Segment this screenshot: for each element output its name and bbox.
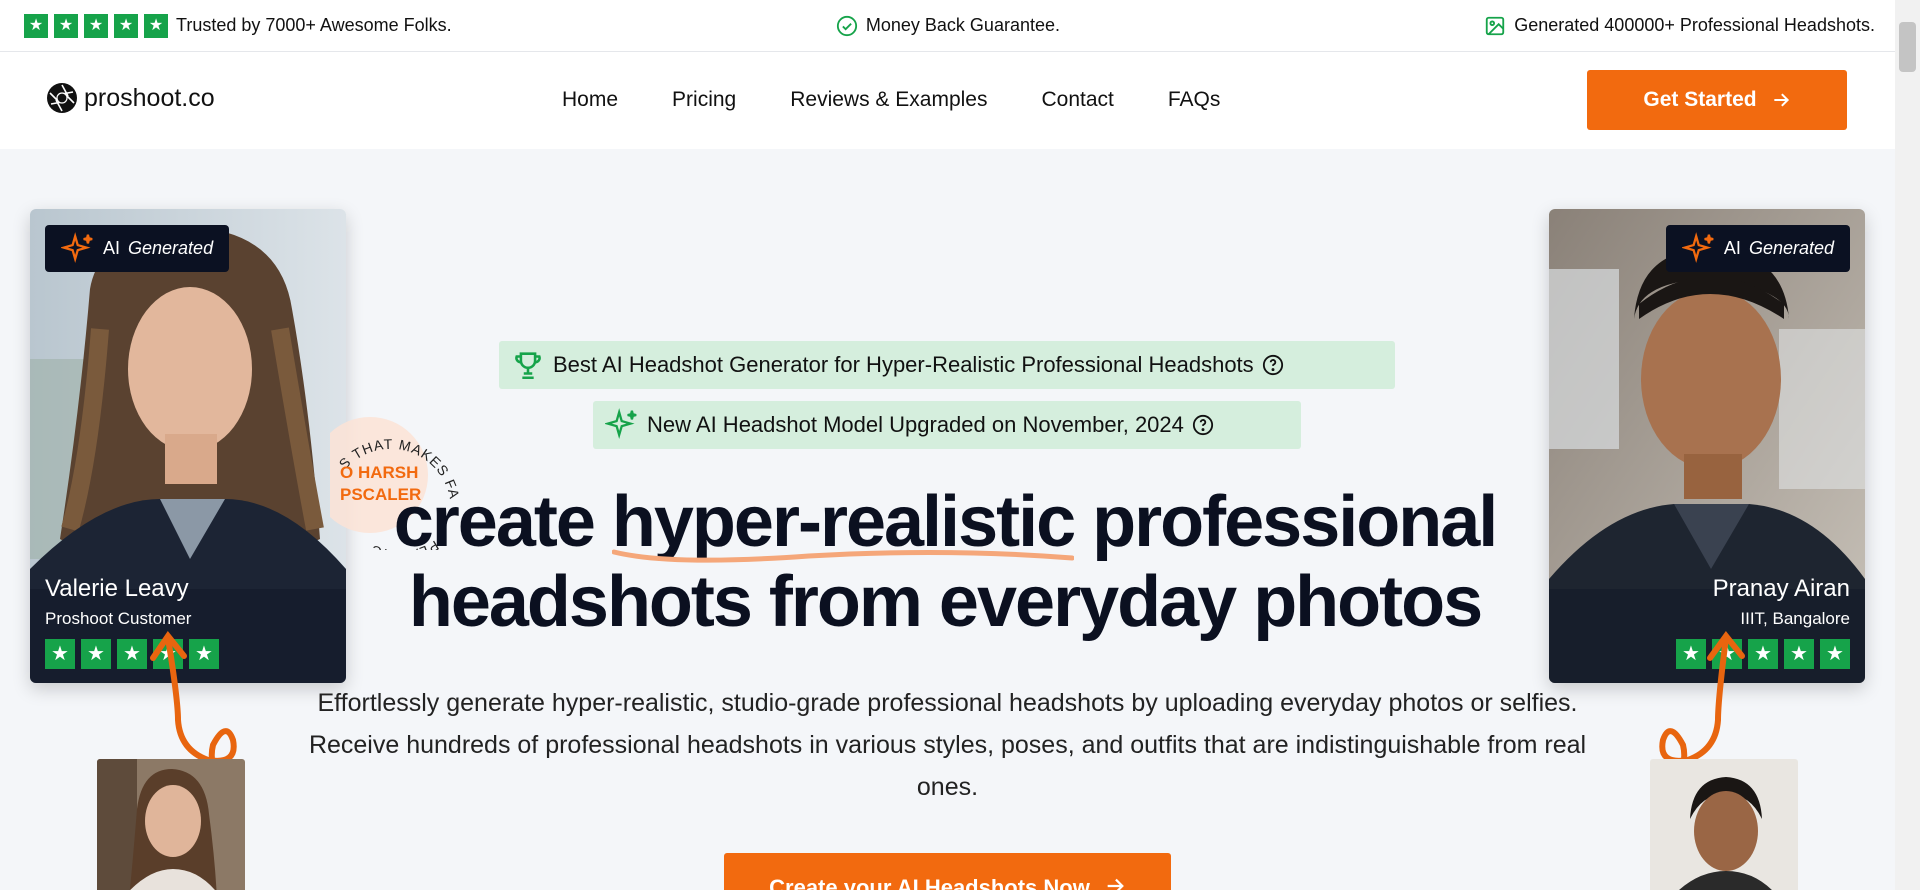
sparkle-icon <box>61 231 93 263</box>
ai-label: AI <box>1723 238 1741 258</box>
model-upgrade-text: New AI Headshot Model Upgraded on Novemb… <box>647 412 1184 437</box>
star-icon: ★ <box>24 13 48 38</box>
original-selfie-pranay <box>1650 759 1798 890</box>
logo-text: proshoot.co <box>84 83 215 112</box>
create-headshots-label: Create your AI Headshots Now <box>769 875 1090 890</box>
sparkle-icon <box>1681 231 1714 263</box>
logo[interactable]: proshoot.co <box>46 82 215 114</box>
testimonial-card-left[interactable]: AI Generated Valerie Leavy Proshoot Cust… <box>30 209 346 683</box>
trusted-text: Trusted by 7000+ Awesome Folks. <box>176 15 452 35</box>
star-icon: ★ <box>45 639 75 669</box>
headline-part-2: professional <box>1092 482 1498 562</box>
model-upgrade-pill: New AI Headshot Model Upgraded on Novemb… <box>593 401 1301 449</box>
nav-menu: Home Pricing Reviews & Examples Contact … <box>562 88 1220 112</box>
arrow-right-icon <box>1107 878 1124 890</box>
generated-badge: Generated 400000+ Professional Headshots… <box>1484 15 1875 37</box>
hero-subtext: Effortlessly generate hyper-realistic, s… <box>308 689 1587 801</box>
star-icon: ★ <box>1784 639 1814 669</box>
sparkle-icon <box>605 408 637 439</box>
star-icon: ★ <box>117 639 147 669</box>
ai-generated-badge: AI Generated <box>1665 225 1850 272</box>
image-icon <box>1486 16 1505 35</box>
main-nav: proshoot.co Home Pricing Reviews & Examp… <box>0 52 1895 149</box>
original-selfie-valerie <box>97 759 245 890</box>
headline-highlight-wrap: hyper-realistic <box>611 482 1076 563</box>
best-generator-text: Best AI Headshot Generator for Hyper-Rea… <box>553 352 1254 377</box>
nav-contact[interactable]: Contact <box>1041 88 1113 112</box>
star-icon: ★ <box>84 13 108 38</box>
star-icon: ★ <box>1748 639 1778 669</box>
scrollbar-thumb[interactable] <box>1899 22 1916 72</box>
generated-text: Generated 400000+ Professional Headshots… <box>1514 15 1875 35</box>
trophy-icon <box>515 352 541 380</box>
star-icon: ★ <box>144 13 168 38</box>
underline-swoosh <box>611 549 1075 563</box>
nav-home[interactable]: Home <box>562 88 618 112</box>
star-icon: ★ <box>114 13 138 38</box>
nav-reviews[interactable]: Reviews & Examples <box>790 88 987 112</box>
ai-label: AI <box>103 238 121 258</box>
star-icon: ★ <box>81 639 111 669</box>
generated-label: Generated <box>1748 238 1834 258</box>
nav-pricing[interactable]: Pricing <box>672 88 736 112</box>
guarantee-text: Money Back Guarantee. <box>865 15 1060 35</box>
hero-headline: create hyper-realistic professional head… <box>370 482 1520 642</box>
rating-stars: ★ ★ ★ ★ ★ <box>24 13 168 38</box>
guarantee-badge: Money Back Guarantee. <box>836 15 1060 37</box>
check-circle-icon <box>836 15 857 36</box>
help-circle-icon[interactable] <box>1262 354 1284 376</box>
star-icon: ★ <box>1820 639 1850 669</box>
aperture-icon <box>47 83 77 113</box>
create-headshots-button[interactable]: Create your AI Headshots Now <box>724 853 1171 890</box>
get-started-button[interactable]: Get Started <box>1587 70 1847 130</box>
ai-generated-badge: AI Generated <box>45 225 230 272</box>
arrow-right-icon <box>1773 93 1789 107</box>
person-subtitle: IIIT, Bangalore <box>1740 609 1850 628</box>
announcement-bar: ★ ★ ★ ★ ★ Trusted by 7000+ Awesome Folks… <box>0 0 1895 52</box>
star-icon: ★ <box>54 13 78 38</box>
trusted-badge: ★ ★ ★ ★ ★ Trusted by 7000+ Awesome Folks… <box>24 13 452 38</box>
generated-label: Generated <box>128 238 214 258</box>
person-subtitle: Proshoot Customer <box>45 609 192 628</box>
page-scrollbar[interactable] <box>1895 0 1920 890</box>
stamp-line-1: O HARSH <box>340 463 418 482</box>
nav-faqs[interactable]: FAQs <box>1168 88 1221 112</box>
person-name: Pranay Airan <box>1712 575 1850 602</box>
headline-line-2: headshots from everyday photos <box>408 562 1483 642</box>
headline-part-1: create <box>393 482 596 562</box>
person-name: Valerie Leavy <box>45 575 189 602</box>
best-generator-pill: Best AI Headshot Generator for Hyper-Rea… <box>499 341 1395 389</box>
help-circle-icon[interactable] <box>1192 414 1214 436</box>
testimonial-card-right[interactable]: AI Generated Pranay Airan IIIT, Bangalor… <box>1549 209 1865 683</box>
get-started-label: Get Started <box>1643 88 1757 111</box>
